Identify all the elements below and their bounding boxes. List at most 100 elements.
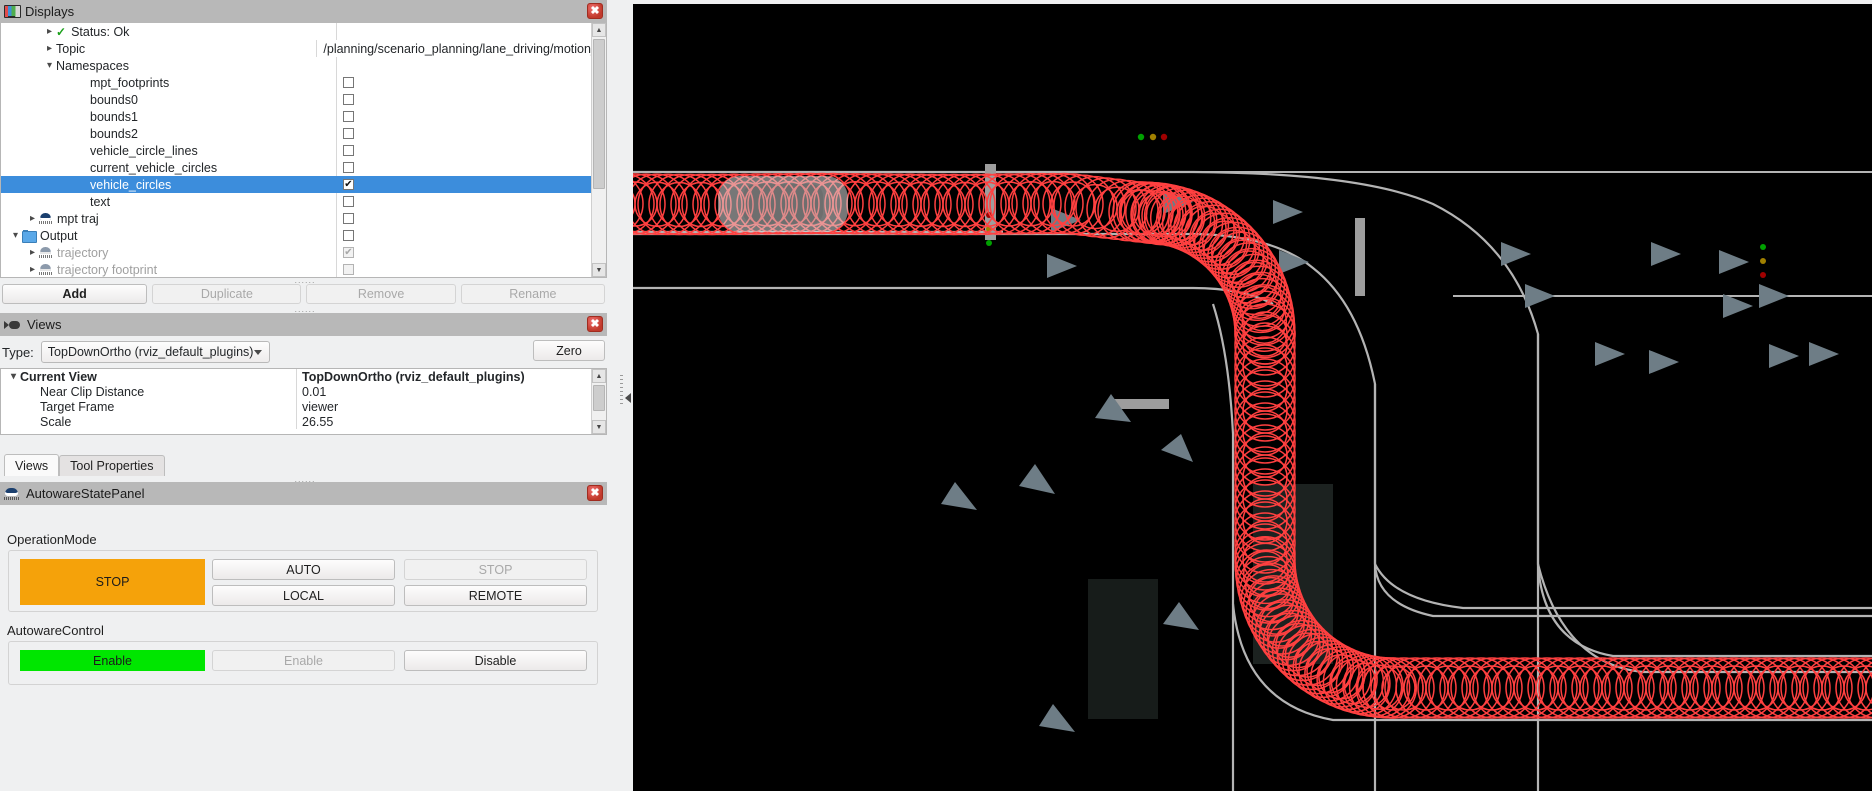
display-tree-row-value: /planning/scenario_planning/lane_driving… (317, 40, 591, 57)
view-type-select[interactable]: TopDownOrtho (rviz_default_plugins) (41, 341, 270, 363)
collapse-left-icon[interactable] (625, 393, 631, 403)
close-icon[interactable]: ✖ (587, 316, 603, 332)
display-tree-row[interactable]: ✓Status: Ok (1, 23, 591, 40)
view-property-row[interactable]: Near Clip Distance0.01 (1, 384, 591, 399)
displays-panel: Displays ✖ ✓Status: OkTopic/planning/sce… (0, 0, 607, 278)
chevron-right-icon[interactable] (43, 26, 56, 37)
add-display-button[interactable]: Add (2, 284, 147, 304)
displays-bottom-grip[interactable]: ...... (290, 306, 320, 312)
displays-tree[interactable]: ✓Status: OkTopic/planning/scenario_plann… (0, 23, 607, 278)
view-property-row[interactable]: Current ViewTopDownOrtho (rviz_default_p… (1, 369, 591, 384)
display-tree-row-value (337, 74, 591, 91)
panel-splitter[interactable] (612, 0, 632, 791)
views-panel: Views ✖ Type: TopDownOrtho (rviz_default… (0, 313, 607, 453)
splitter-grip[interactable] (620, 375, 623, 405)
close-icon[interactable]: ✖ (587, 3, 603, 19)
display-tree-row[interactable]: vehicle_circle_lines (1, 142, 591, 159)
chevron-right-icon[interactable] (26, 247, 39, 258)
operation-mode-state[interactable]: STOP (20, 559, 205, 605)
visibility-checkbox[interactable]: ✔ (343, 179, 354, 190)
display-tree-row-label: bounds0 (90, 93, 138, 107)
operation-mode-stop-button: STOP (404, 559, 587, 580)
displays-panel-titlebar: Displays ✖ (0, 0, 607, 23)
view-properties-tree[interactable]: Current ViewTopDownOrtho (rviz_default_p… (0, 368, 607, 435)
display-tree-row[interactable]: text (1, 193, 591, 210)
visibility-checkbox[interactable] (343, 145, 354, 156)
visibility-checkbox[interactable] (343, 196, 354, 207)
chevron-right-icon[interactable] (26, 213, 39, 224)
tab-views[interactable]: Views (4, 454, 59, 476)
display-tree-row[interactable]: vehicle_circles✔ (1, 176, 591, 193)
displays-resize-grip[interactable]: ...... (290, 277, 320, 283)
view-property-row[interactable]: Target Frameviewer (1, 399, 591, 414)
visibility-checkbox[interactable] (343, 111, 354, 122)
zero-button[interactable]: Zero (533, 340, 605, 361)
autoware-control-disable-button[interactable]: Disable (404, 650, 587, 671)
scroll-up-icon[interactable]: ▲ (592, 23, 606, 37)
views-scrollbar[interactable]: ▲ ▼ (591, 369, 606, 434)
folder-icon (22, 230, 36, 242)
autoware-icon (39, 264, 53, 276)
display-tree-row-value (337, 210, 591, 227)
autoware-panel-title: AutowareStatePanel (26, 486, 145, 501)
chevron-down-icon[interactable] (7, 371, 20, 382)
operation-mode-local-button[interactable]: LOCAL (212, 585, 395, 606)
scroll-up-icon[interactable]: ▲ (592, 369, 606, 383)
display-tree-row-label: Output (40, 229, 78, 243)
duplicate-display-button: Duplicate (152, 284, 301, 304)
operation-mode-label: OperationMode (7, 532, 97, 547)
chevron-down-icon[interactable] (9, 230, 22, 241)
close-icon[interactable]: ✖ (587, 485, 603, 501)
visibility-checkbox[interactable] (343, 264, 354, 275)
operation-mode-group: STOP AUTO STOP LOCAL REMOTE (8, 550, 598, 612)
display-tree-row-value (337, 108, 591, 125)
display-tree-row[interactable]: mpt traj (1, 210, 591, 227)
monitor-icon (4, 5, 19, 18)
display-tree-row[interactable]: current_vehicle_circles (1, 159, 591, 176)
display-tree-row-label: Topic (56, 42, 85, 56)
operation-mode-auto-button[interactable]: AUTO (212, 559, 395, 580)
visibility-checkbox[interactable] (343, 94, 354, 105)
chevron-right-icon[interactable] (43, 43, 56, 54)
displays-scrollbar[interactable]: ▲ ▼ (591, 23, 606, 277)
visibility-checkbox[interactable]: ✔ (343, 247, 354, 258)
visibility-checkbox[interactable] (343, 213, 354, 224)
display-tree-row-label: vehicle_circle_lines (90, 144, 198, 158)
chevron-right-icon[interactable] (26, 264, 39, 275)
display-tree-row-value (337, 23, 591, 40)
display-tree-row-value (337, 91, 591, 108)
display-tree-row[interactable]: mpt_footprints (1, 74, 591, 91)
display-tree-row-value (337, 227, 591, 244)
view-property-value: 26.55 (297, 415, 591, 429)
scrollbar-thumb[interactable] (593, 39, 605, 189)
view-property-row[interactable]: Scale26.55 (1, 414, 591, 429)
autoware-control-enable-button: Enable (212, 650, 395, 671)
display-tree-row[interactable]: bounds2 (1, 125, 591, 142)
visibility-checkbox[interactable] (343, 128, 354, 139)
scroll-down-icon[interactable]: ▼ (592, 263, 606, 277)
display-tree-row[interactable]: trajectory✔ (1, 244, 591, 261)
display-tree-row[interactable]: Output (1, 227, 591, 244)
autoware-icon (39, 213, 53, 225)
autoware-control-state[interactable]: Enable (20, 650, 205, 671)
display-tree-row[interactable]: Topic/planning/scenario_planning/lane_dr… (1, 40, 591, 57)
panel-tabs: ViewsTool Properties (4, 454, 165, 476)
rviz-3d-render-view[interactable] (633, 4, 1872, 791)
display-tree-row[interactable]: bounds1 (1, 108, 591, 125)
autoware-icon (4, 487, 20, 501)
operation-mode-remote-button[interactable]: REMOTE (404, 585, 587, 606)
visibility-checkbox[interactable] (343, 162, 354, 173)
visibility-checkbox[interactable] (343, 230, 354, 241)
display-tree-row[interactable]: bounds0 (1, 91, 591, 108)
scrollbar-thumb[interactable] (593, 385, 605, 411)
visibility-checkbox[interactable] (343, 77, 354, 88)
autoware-control-group: Enable Enable Disable (8, 641, 598, 685)
chevron-down-icon[interactable] (43, 60, 56, 71)
tab-tool-properties[interactable]: Tool Properties (59, 455, 164, 476)
display-tree-row[interactable]: Namespaces (1, 57, 591, 74)
ego-vehicle (718, 176, 848, 232)
scroll-down-icon[interactable]: ▼ (592, 420, 606, 434)
view-property-key: Near Clip Distance (40, 385, 144, 399)
display-tree-row-value: ✔ (337, 176, 591, 193)
autoware-icon (39, 247, 53, 259)
